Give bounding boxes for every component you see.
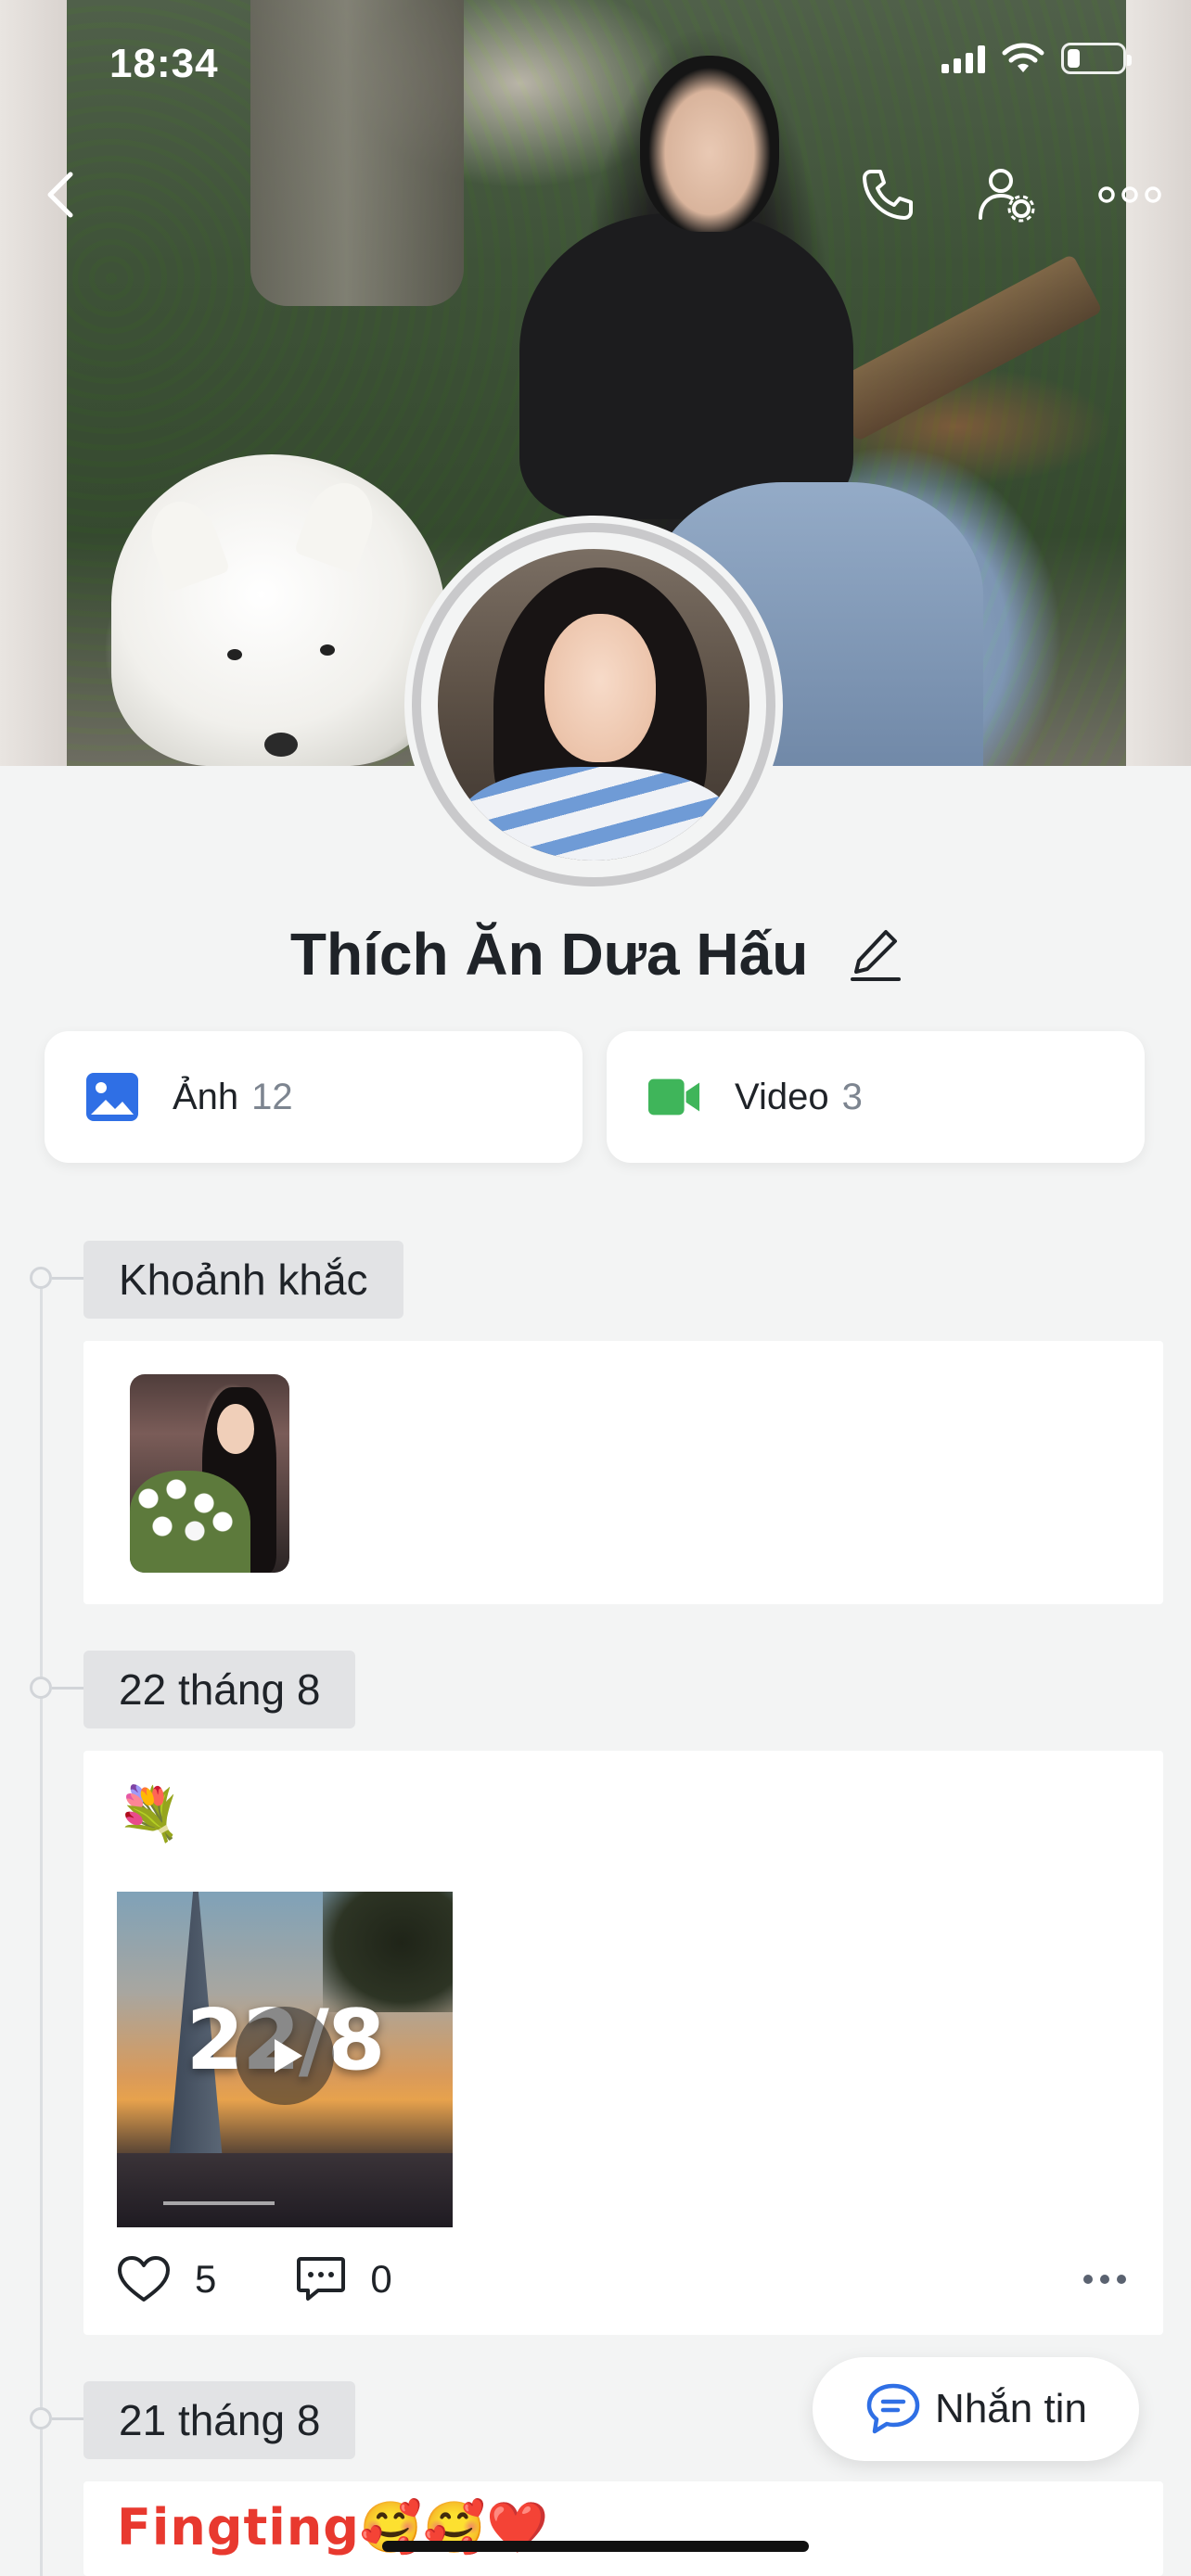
- moment-thumbnail[interactable]: [130, 1374, 289, 1573]
- post-card: Fingting🥰🥰❤️: [83, 2481, 1163, 2576]
- post-text: 💐: [117, 1784, 182, 1843]
- chevron-left-icon: [47, 172, 73, 218]
- avatar[interactable]: [438, 549, 749, 861]
- pencil-icon: [851, 930, 902, 981]
- moment-face: [217, 1404, 254, 1454]
- timeline-dot: [30, 2407, 52, 2429]
- cover-tree-trunk: [250, 0, 464, 306]
- cover-dog-nose: [264, 733, 298, 757]
- timeline-tick: [52, 1277, 83, 1280]
- heart-icon: [118, 2256, 170, 2302]
- play-icon[interactable]: [236, 2007, 334, 2105]
- post-more-icon[interactable]: [1083, 2275, 1126, 2284]
- like-count: 5: [195, 2257, 217, 2301]
- call-button[interactable]: [850, 158, 924, 232]
- moments-panel: [83, 1341, 1163, 1604]
- cover-frame-left: [0, 0, 67, 766]
- wifi-icon: [1002, 43, 1044, 72]
- post-actions: 5 0: [117, 2251, 1130, 2307]
- post-date-label: 22 tháng 8: [83, 1651, 356, 1728]
- cover-person-head: [640, 56, 779, 232]
- timeline-tick: [52, 2417, 83, 2420]
- cover-dog-eye: [227, 649, 242, 660]
- timeline-line: [40, 1276, 43, 2576]
- back-button[interactable]: [24, 158, 98, 232]
- avatar-face: [544, 614, 656, 762]
- more-options-button[interactable]: [1093, 158, 1167, 232]
- photos-count: 12: [251, 1076, 293, 1117]
- video-caption-bar: [163, 2201, 275, 2205]
- avatar-sweater: [456, 767, 735, 861]
- videos-label: Video: [735, 1076, 829, 1117]
- battery-level: [1068, 49, 1081, 68]
- cover-person-body: [519, 213, 853, 519]
- comment-icon: [297, 2257, 346, 2301]
- battery-icon: [1061, 43, 1132, 74]
- profile-settings-button[interactable]: [970, 158, 1044, 232]
- image-icon: [86, 1073, 138, 1121]
- message-button-label: Nhắn tin: [935, 2386, 1087, 2431]
- cover-frame-right: [1126, 0, 1191, 766]
- moments-label: Khoảnh khắc: [83, 1241, 403, 1319]
- message-button[interactable]: Nhắn tin: [813, 2357, 1139, 2461]
- timeline-dot: [30, 1267, 52, 1289]
- status-icons: [941, 43, 1132, 74]
- post-video-thumbnail[interactable]: 22/8: [117, 1892, 453, 2227]
- videos-card[interactable]: Video 3: [607, 1031, 1145, 1163]
- timeline-dot: [30, 1677, 52, 1699]
- photos-card[interactable]: Ảnh 12: [45, 1031, 583, 1163]
- home-indicator[interactable]: [382, 2541, 809, 2552]
- cover-dog-eye: [320, 644, 335, 656]
- photos-label: Ảnh: [173, 1076, 239, 1117]
- moment-flowers: [130, 1471, 250, 1573]
- edit-name-button[interactable]: [851, 926, 902, 996]
- phone-icon: [863, 170, 913, 220]
- status-time: 18:34: [109, 41, 219, 86]
- post-date-label: 21 tháng 8: [83, 2381, 356, 2459]
- post-card: 💐 22/8 5 0: [83, 1751, 1163, 2335]
- like-button[interactable]: 5: [117, 2255, 216, 2303]
- videos-count: 3: [841, 1076, 863, 1117]
- comment-button[interactable]: 0: [296, 2256, 392, 2302]
- cellular-signal-icon: [941, 44, 985, 73]
- profile-name-row: Thích Ăn Dưa Hấu: [0, 920, 1191, 996]
- video-camera-icon: [647, 1078, 700, 1116]
- timeline-tick: [52, 1687, 83, 1690]
- comment-count: 0: [370, 2257, 392, 2301]
- ellipsis-icon: [1098, 186, 1161, 203]
- profile-name: Thích Ăn Dưa Hấu: [289, 921, 809, 988]
- video-road: [117, 2153, 453, 2227]
- chat-bubble-icon: [866, 2383, 920, 2434]
- user-settings-icon: [979, 169, 1035, 223]
